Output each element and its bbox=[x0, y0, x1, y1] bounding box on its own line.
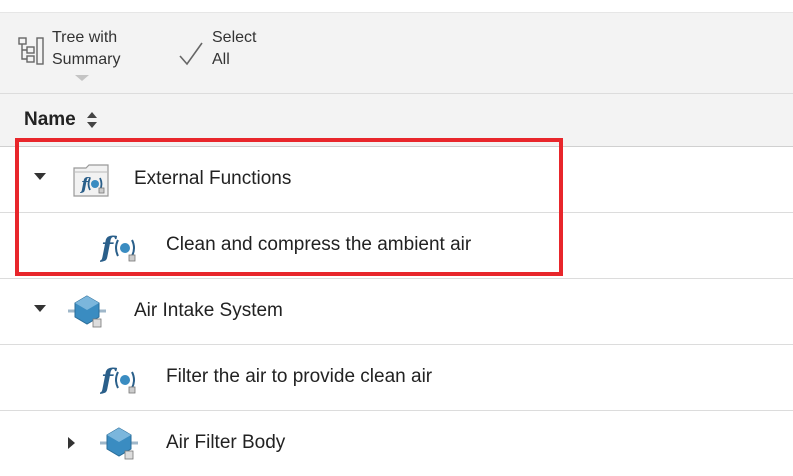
system-component-icon bbox=[68, 292, 106, 330]
select-all-line1: Select bbox=[212, 29, 257, 46]
sort-updown-icon[interactable] bbox=[86, 111, 98, 129]
system-component-icon bbox=[100, 424, 138, 462]
expand-toggle-icon[interactable] bbox=[34, 173, 46, 180]
tree-row-label: Air Intake System bbox=[134, 300, 283, 321]
tree-with-summary-line1: Tree with bbox=[52, 29, 118, 46]
name-column-header[interactable]: Name bbox=[24, 109, 76, 131]
top-strip bbox=[0, 0, 793, 13]
chevron-down-icon[interactable] bbox=[75, 75, 89, 81]
tree-row-air-filter-body[interactable]: Air Filter Body bbox=[0, 411, 793, 476]
tree-row-clean-compress[interactable]: f Clean and compress the ambient air bbox=[0, 213, 793, 279]
tree-row-label: Air Filter Body bbox=[166, 432, 286, 453]
checkmark-icon bbox=[178, 39, 204, 69]
select-all-line2: All bbox=[212, 51, 230, 68]
tree-row-label: Filter the air to provide clean air bbox=[166, 366, 433, 387]
expand-toggle-icon[interactable] bbox=[68, 437, 75, 449]
column-header: Name bbox=[0, 94, 793, 147]
tree-with-summary-button[interactable]: Tree with Summary bbox=[18, 27, 120, 71]
expand-toggle-icon[interactable] bbox=[34, 305, 46, 312]
select-all-button[interactable]: Select All bbox=[178, 27, 256, 71]
tree-view-icon bbox=[18, 37, 44, 67]
tree-with-summary-line2: Summary bbox=[52, 51, 121, 68]
function-folder-icon: f bbox=[72, 160, 110, 198]
tree-with-summary-label: Tree with Summary bbox=[52, 27, 120, 71]
tree-row-external-functions[interactable]: f External Functions bbox=[0, 147, 793, 213]
tree-row-label: Clean and compress the ambient air bbox=[166, 234, 472, 255]
toolbar: Tree with Summary Select All bbox=[0, 13, 793, 94]
tree-row-filter-air[interactable]: f Filter the air to provide clean air bbox=[0, 345, 793, 411]
function-icon: f bbox=[99, 226, 138, 264]
function-icon: f bbox=[99, 358, 138, 396]
tree-row-label: External Functions bbox=[134, 168, 292, 189]
select-all-label: Select All bbox=[212, 27, 256, 71]
tree-row-air-intake-system[interactable]: Air Intake System bbox=[0, 279, 793, 345]
